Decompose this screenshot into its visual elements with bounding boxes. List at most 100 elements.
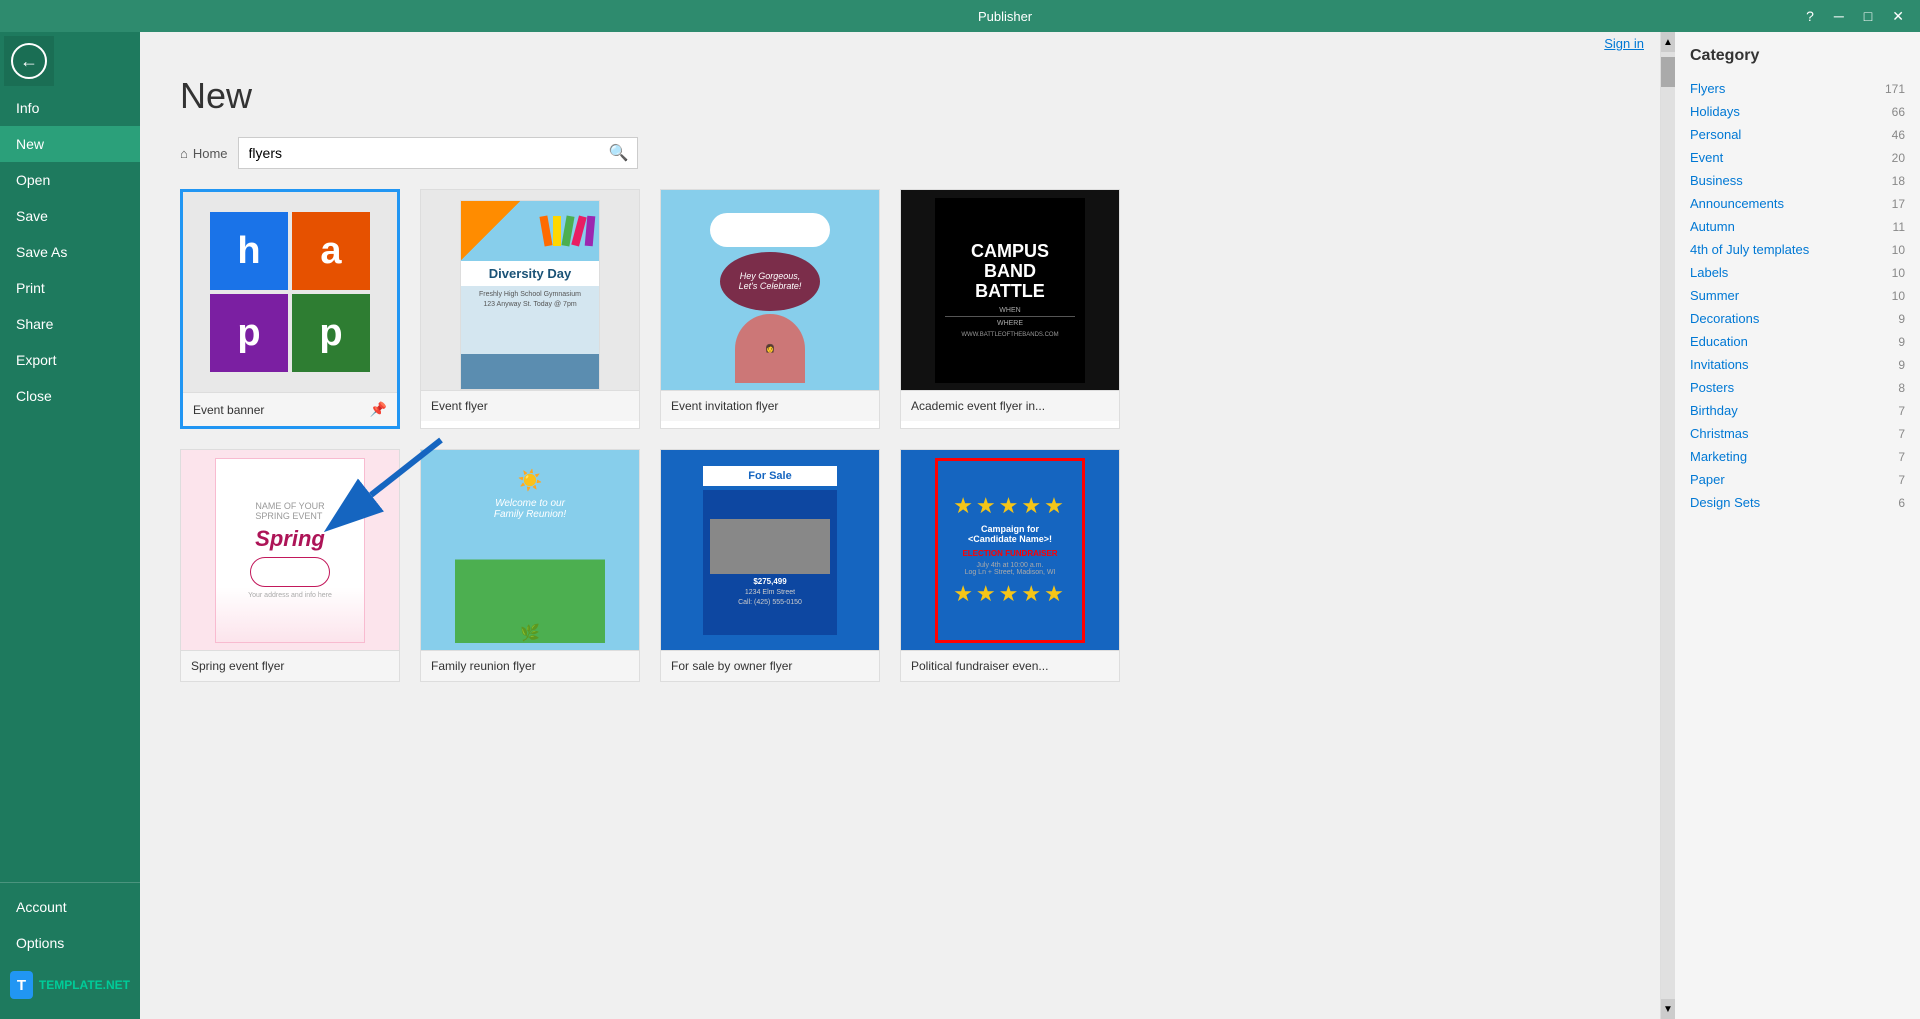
diversity-top	[461, 201, 599, 261]
sidebar-item-account[interactable]: Account	[0, 889, 140, 925]
category-item-14[interactable]: Birthday7	[1690, 399, 1905, 422]
template-card-reunion[interactable]: ☀️ Welcome to ourFamily Reunion! 🌿	[420, 449, 640, 682]
category-item-3[interactable]: Event20	[1690, 146, 1905, 169]
search-button[interactable]: 🔍	[601, 138, 637, 168]
category-item-5[interactable]: Announcements17	[1690, 192, 1905, 215]
category-name: Education	[1690, 334, 1748, 349]
forsale-visual: For Sale $275,499 1234 Elm Street Call: …	[695, 458, 845, 643]
sidebar: ← InfoNewOpenSaveSave AsPrintShareExport…	[0, 32, 140, 1019]
template-card-event-flyer[interactable]: Diversity Day Freshly High School Gymnas…	[420, 189, 640, 429]
category-item-17[interactable]: Paper7	[1690, 468, 1905, 491]
category-name: Summer	[1690, 288, 1739, 303]
template-name-event-banner: Event banner	[193, 403, 264, 417]
scrollbar[interactable]: ▲ ▼	[1661, 32, 1675, 1019]
template-thumb-academic: CAMPUSBANDBATTLE WHEN WHERE WWW.BATTLEOF…	[901, 190, 1119, 390]
sidebar-item-save-as[interactable]: Save As	[0, 234, 140, 270]
category-item-7[interactable]: 4th of July templates10	[1690, 238, 1905, 261]
templates-section: h a p p Event banner 📌	[140, 179, 1660, 1019]
invitation-visual: Hey Gorgeous,Let's Celebrate! 👩	[695, 198, 845, 383]
category-name: Announcements	[1690, 196, 1784, 211]
category-item-8[interactable]: Labels 10	[1690, 261, 1905, 284]
category-name: Autumn	[1690, 219, 1735, 234]
template-card-political[interactable]: ★★★★★ Campaign for<Candidate Name>! ELEC…	[900, 449, 1120, 682]
category-items: Flyers171Holidays66Personal46Event20Busi…	[1690, 77, 1905, 514]
diversity-flyer-visual: Diversity Day Freshly High School Gymnas…	[460, 200, 600, 390]
minimize-button[interactable]: ─	[1828, 6, 1850, 27]
scrollbar-thumb[interactable]	[1661, 57, 1675, 87]
category-name: Business	[1690, 173, 1743, 188]
category-count: 10	[1892, 266, 1905, 280]
back-button[interactable]: ←	[4, 36, 54, 86]
help-button[interactable]: ?	[1800, 6, 1820, 27]
app-container: ← InfoNewOpenSaveSave AsPrintShareExport…	[0, 32, 1920, 1019]
sidebar-item-save[interactable]: Save	[0, 198, 140, 234]
sidebar-item-new[interactable]: New	[0, 126, 140, 162]
signin-link[interactable]: Sign in	[1604, 36, 1644, 51]
category-name: Labels	[1690, 265, 1728, 280]
home-link[interactable]: ⌂ Home	[180, 146, 228, 161]
template-name-event-flyer: Event flyer	[431, 399, 488, 413]
category-name: Decorations	[1690, 311, 1759, 326]
template-name-spring: Spring event flyer	[191, 659, 284, 673]
category-item-4[interactable]: Business18	[1690, 169, 1905, 192]
sidebar-item-options[interactable]: Options	[0, 925, 140, 961]
category-name: Marketing	[1690, 449, 1747, 464]
template-card-forsale[interactable]: For Sale $275,499 1234 Elm Street Call: …	[660, 449, 880, 682]
category-item-6[interactable]: Autumn11	[1690, 215, 1905, 238]
category-name: Posters	[1690, 380, 1734, 395]
sidebar-nav: InfoNewOpenSaveSave AsPrintShareExportCl…	[0, 90, 140, 414]
template-card-invitation[interactable]: Hey Gorgeous,Let's Celebrate! 👩 Event in…	[660, 189, 880, 429]
category-count: 7	[1898, 427, 1905, 441]
category-item-1[interactable]: Holidays66	[1690, 100, 1905, 123]
campus-flyer-visual: CAMPUSBANDBATTLE WHEN WHERE WWW.BATTLEOF…	[935, 198, 1085, 383]
sidebar-item-print[interactable]: Print	[0, 270, 140, 306]
category-count: 9	[1898, 358, 1905, 372]
category-item-10[interactable]: Decorations9	[1690, 307, 1905, 330]
category-name: Invitations	[1690, 357, 1749, 372]
search-bar: ⌂ Home 🔍	[140, 127, 1660, 179]
category-item-18[interactable]: Design Sets 6	[1690, 491, 1905, 514]
templates-grid: h a p p Event banner 📌	[180, 189, 1620, 682]
category-item-0[interactable]: Flyers171	[1690, 77, 1905, 100]
category-item-12[interactable]: Invitations 9	[1690, 353, 1905, 376]
sidebar-item-export[interactable]: Export	[0, 342, 140, 378]
category-name: Birthday	[1690, 403, 1738, 418]
scroll-up-button[interactable]: ▲	[1661, 32, 1675, 52]
scroll-down-button[interactable]: ▼	[1661, 999, 1675, 1019]
category-count: 9	[1898, 335, 1905, 349]
category-count: 6	[1898, 496, 1905, 510]
template-name-political: Political fundraiser even...	[911, 659, 1048, 673]
category-count: 46	[1892, 128, 1905, 142]
template-name-academic: Academic event flyer in...	[911, 399, 1045, 413]
template-card-event-banner[interactable]: h a p p Event banner 📌	[180, 189, 400, 429]
restore-button[interactable]: □	[1858, 6, 1878, 27]
category-item-2[interactable]: Personal46	[1690, 123, 1905, 146]
close-button[interactable]: ✕	[1886, 6, 1910, 27]
category-item-13[interactable]: Posters 8	[1690, 376, 1905, 399]
template-thumb-forsale: For Sale $275,499 1234 Elm Street Call: …	[661, 450, 879, 650]
sidebar-item-share[interactable]: Share	[0, 306, 140, 342]
happy-banner-visual: h a p p	[210, 212, 370, 372]
category-name: Holidays	[1690, 104, 1740, 119]
category-item-16[interactable]: Marketing7	[1690, 445, 1905, 468]
category-count: 8	[1898, 381, 1905, 395]
template-label-forsale: For sale by owner flyer	[661, 650, 879, 681]
category-count: 171	[1885, 82, 1905, 96]
category-name: Paper	[1690, 472, 1725, 487]
sidebar-divider	[0, 882, 140, 883]
main-content: Sign in New ⌂ Home 🔍 h	[140, 32, 1660, 1019]
template-thumb-political: ★★★★★ Campaign for<Candidate Name>! ELEC…	[901, 450, 1119, 650]
category-item-9[interactable]: Summer10	[1690, 284, 1905, 307]
template-card-academic[interactable]: CAMPUSBANDBATTLE WHEN WHERE WWW.BATTLEOF…	[900, 189, 1120, 429]
template-label-spring: Spring event flyer	[181, 650, 399, 681]
search-input[interactable]	[239, 140, 601, 166]
sidebar-item-close[interactable]: Close	[0, 378, 140, 414]
category-name: Design Sets	[1690, 495, 1760, 510]
category-item-11[interactable]: Education 9	[1690, 330, 1905, 353]
sidebar-item-info[interactable]: Info	[0, 90, 140, 126]
political-visual: ★★★★★ Campaign for<Candidate Name>! ELEC…	[935, 458, 1085, 643]
category-item-15[interactable]: Christmas7	[1690, 422, 1905, 445]
template-card-spring[interactable]: NAME OF YOURSPRING EVENT Spring Your add…	[180, 449, 400, 682]
sidebar-item-open[interactable]: Open	[0, 162, 140, 198]
home-icon: ⌂	[180, 146, 188, 161]
